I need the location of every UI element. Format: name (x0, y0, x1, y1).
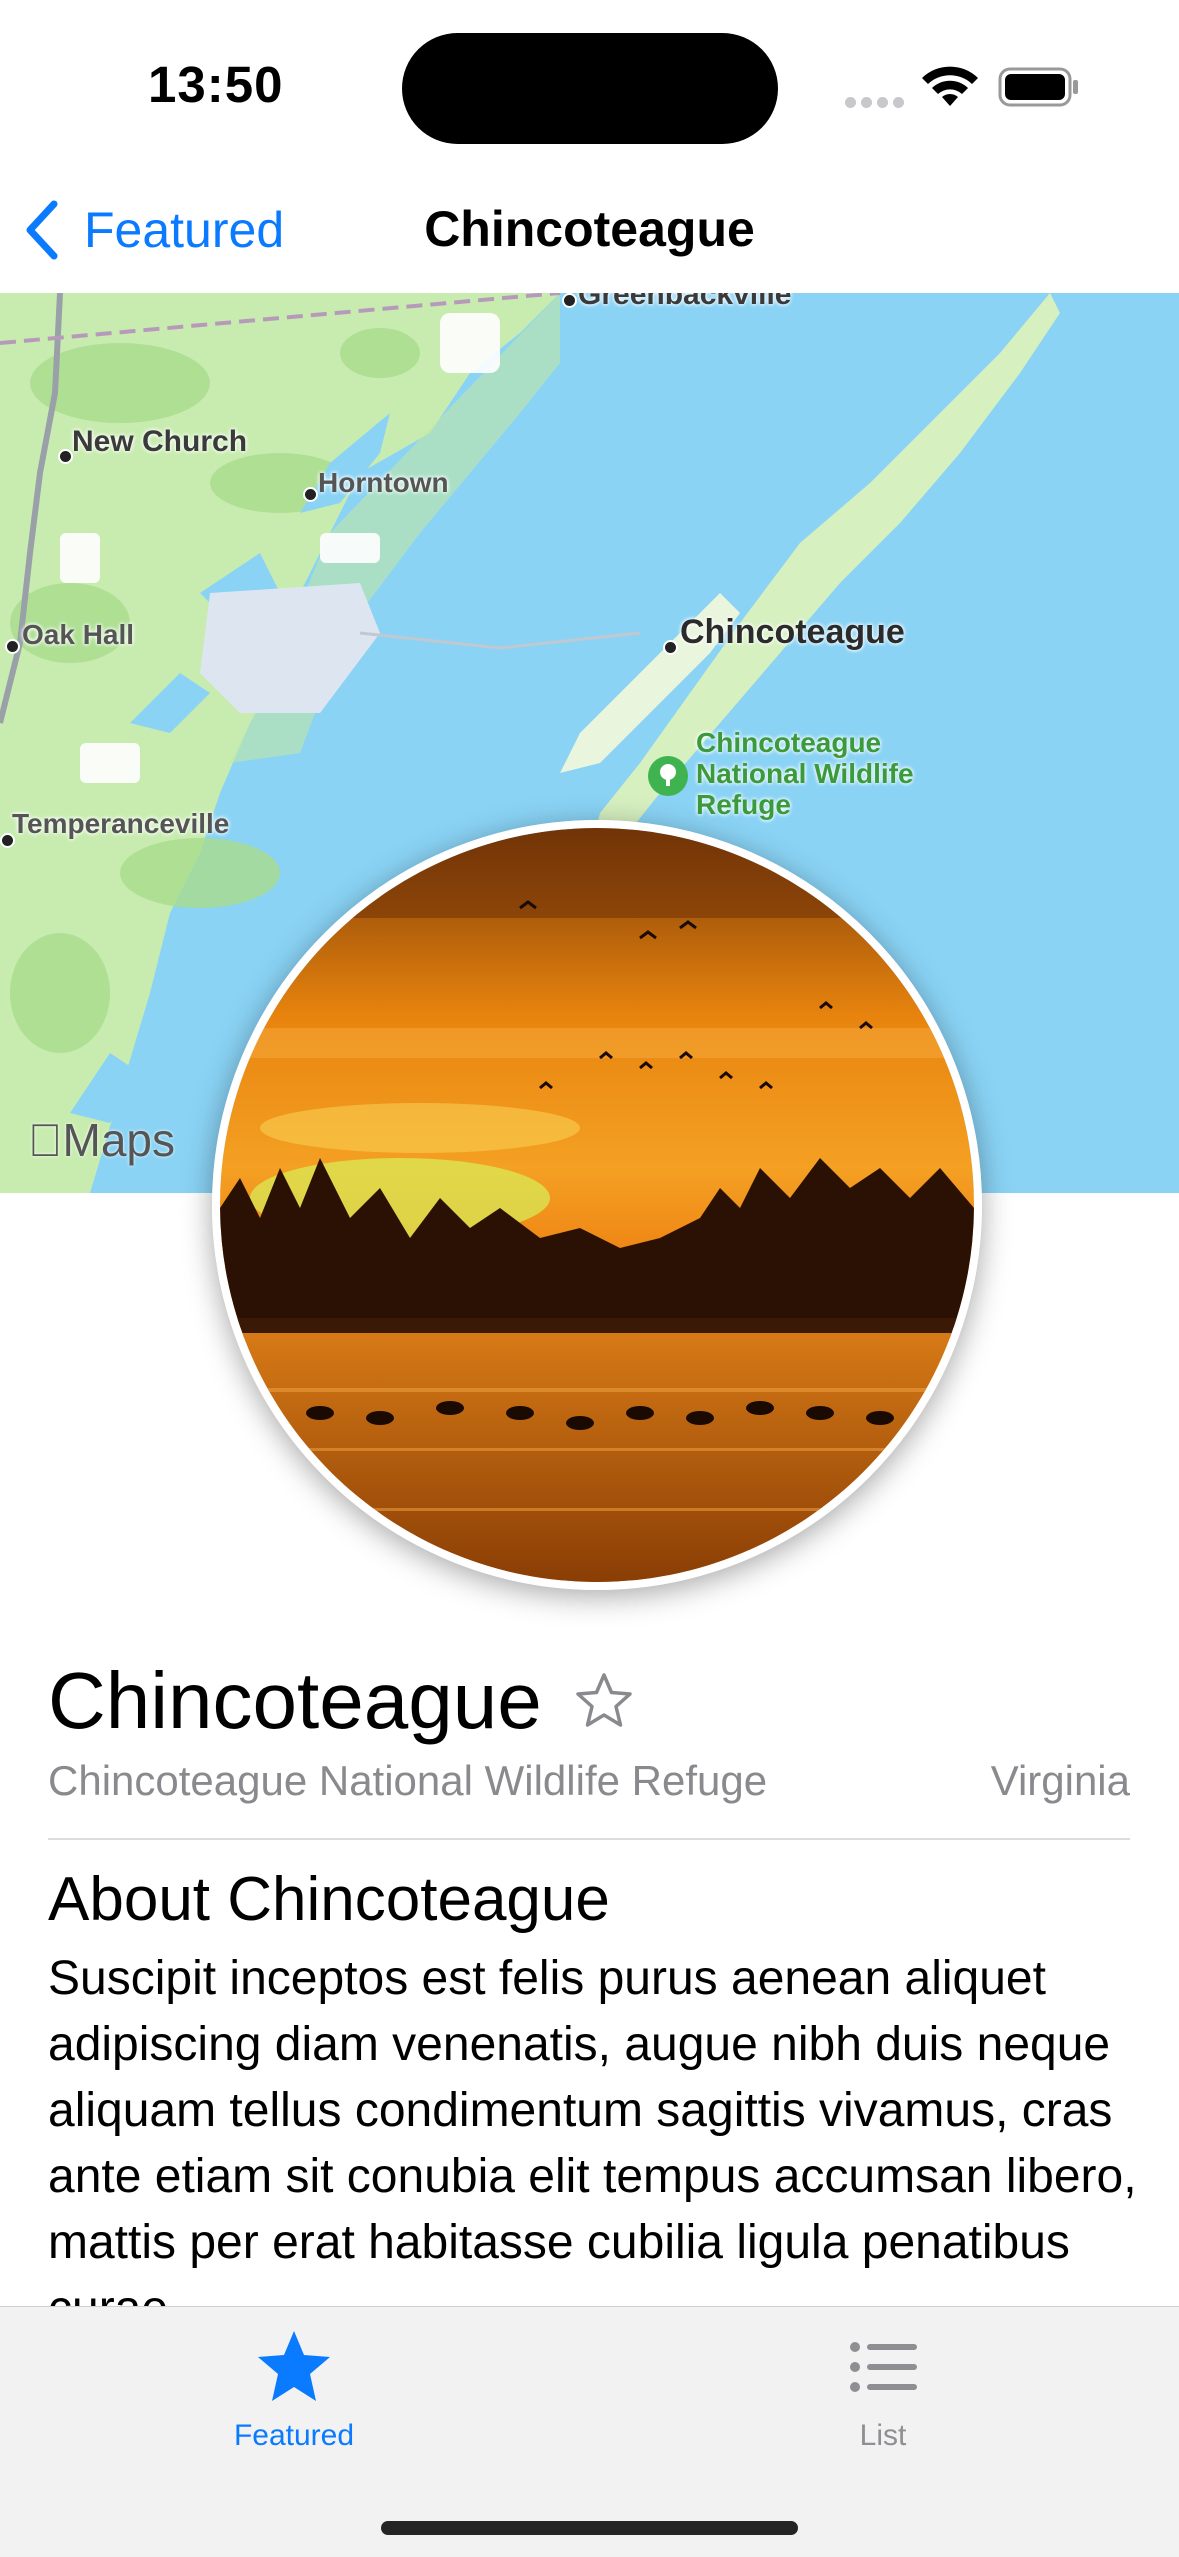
subtitle-row: Chincoteague National Wildlife Refuge Vi… (48, 1757, 1130, 1805)
status-bar: 13:50 (0, 0, 1179, 170)
about-title: About Chincoteague (48, 1865, 610, 1934)
status-time: 13:50 (148, 56, 284, 113)
sunset-photo (220, 828, 974, 1582)
map-dot (5, 639, 20, 654)
home-indicator (381, 2521, 798, 2535)
nav-title: Chincoteague (424, 201, 755, 257)
list-icon (850, 2342, 917, 2392)
battery-icon (998, 67, 1078, 107)
map-label-horntown: Horntown (318, 467, 449, 498)
hero-image (212, 820, 982, 1590)
state-name: Virginia (990, 1757, 1130, 1804)
map-dot (663, 640, 678, 655)
tab-featured-label: Featured (233, 2419, 355, 2452)
map-label-greenbackville: Greenbackville (578, 293, 792, 311)
maps-attribution-text: Maps (28, 1114, 175, 1166)
cellular-signal-icon (845, 95, 909, 113)
map-dot (562, 293, 577, 308)
park-name: Chincoteague National Wildlife Refuge (48, 1757, 768, 1804)
map-dot (58, 449, 73, 464)
divider (48, 1838, 1130, 1840)
apple-maps-attribution[interactable]: Maps (28, 1113, 175, 1167)
tab-list-label: List (859, 2419, 907, 2452)
map-label-chincoteague: Chincoteague (680, 613, 905, 651)
detail-title: Chincoteague (48, 1656, 542, 1745)
dynamic-island (402, 33, 778, 144)
tab-bar: Featured List (0, 2306, 1179, 2557)
map-label-oak-hall: Oak Hall (22, 619, 135, 650)
map-dot (303, 487, 318, 502)
tab-list[interactable]: List (733, 2327, 1033, 2453)
about-text: Suscipit inceptos est felis purus aenean… (48, 1952, 1137, 2335)
map-label-new-church: New Church (72, 425, 248, 458)
wifi-icon (922, 66, 978, 106)
tree-pin-icon[interactable] (648, 756, 688, 796)
title-row: Chincoteague (48, 1655, 636, 1747)
map-label-refuge: Chincoteague National Wildlife Refuge (696, 727, 914, 820)
apple-logo-icon:  (28, 1114, 63, 1166)
navigation-bar: Featured Chincoteague (0, 170, 1179, 293)
star-fill-icon (258, 2331, 330, 2401)
tab-featured[interactable]: Featured (144, 2327, 444, 2453)
map-label-temperanceville: Temperanceville (12, 808, 230, 839)
favorite-star-icon[interactable] (572, 1669, 636, 1733)
